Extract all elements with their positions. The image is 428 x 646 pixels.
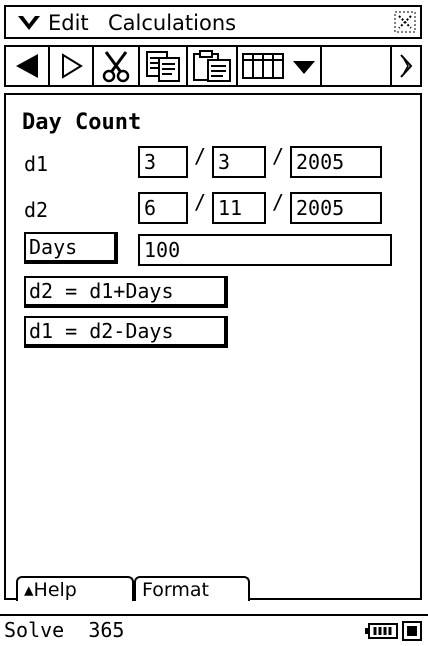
table-button[interactable] [238, 47, 288, 85]
scroll-right-icon [400, 54, 413, 78]
tab-format[interactable]: Format [134, 576, 250, 601]
battery-icon [365, 623, 398, 639]
days-input[interactable]: 100 [138, 234, 392, 266]
paste-button[interactable] [188, 47, 238, 85]
back-arrow-icon [16, 54, 38, 78]
status-bar: Solve 365 [0, 614, 428, 646]
scroll-right-button[interactable] [390, 47, 420, 85]
menu-bar: Edit Calculations [4, 5, 422, 39]
menu-down-icon[interactable] [16, 13, 42, 33]
d2-year-field[interactable]: 2005 [290, 192, 382, 224]
status-text: Solve 365 [4, 618, 124, 642]
d2-month-field[interactable]: 11 [212, 192, 266, 224]
calc-d1-button[interactable]: d1 = d2-Days [24, 316, 228, 348]
dropdown-arrow-icon [293, 61, 315, 74]
calculator-screen: Edit Calculations Day Count d1 3 / 3 / 2… [0, 0, 428, 646]
menu-edit[interactable]: Edit [48, 10, 89, 36]
d1-month-field[interactable]: 3 [212, 146, 266, 178]
toolbar [4, 45, 422, 87]
back-arrow-button[interactable] [6, 47, 50, 85]
date-separator: / [194, 190, 207, 214]
copy-button[interactable] [140, 47, 188, 85]
menu-calculations[interactable]: Calculations [108, 10, 236, 36]
execute-button[interactable] [50, 47, 94, 85]
date-separator: / [272, 144, 285, 168]
status-mode: Solve [4, 618, 65, 642]
calc-d2-button[interactable]: d2 = d1+Days [24, 276, 228, 308]
tab-help[interactable]: ▴Help [16, 576, 134, 601]
status-year-basis: 365 [88, 618, 125, 642]
d1-label: d1 [24, 152, 49, 176]
table-icon [242, 53, 284, 79]
paste-icon [193, 50, 231, 82]
d2-day-field[interactable]: 6 [138, 192, 188, 224]
window-toggle-icon[interactable] [402, 621, 422, 641]
table-dropdown-button[interactable] [288, 47, 322, 85]
d2-label: d2 [24, 198, 49, 222]
date-separator: / [194, 144, 207, 168]
play-icon [62, 53, 83, 79]
d1-year-field[interactable]: 2005 [290, 146, 382, 178]
days-button[interactable]: Days [24, 232, 118, 264]
copy-icon [146, 51, 180, 82]
close-icon[interactable] [394, 11, 416, 33]
cut-button[interactable] [94, 47, 140, 85]
page-title: Day Count [22, 110, 142, 135]
cut-icon [102, 51, 130, 83]
d1-day-field[interactable]: 3 [138, 146, 188, 178]
date-separator: / [272, 190, 285, 214]
